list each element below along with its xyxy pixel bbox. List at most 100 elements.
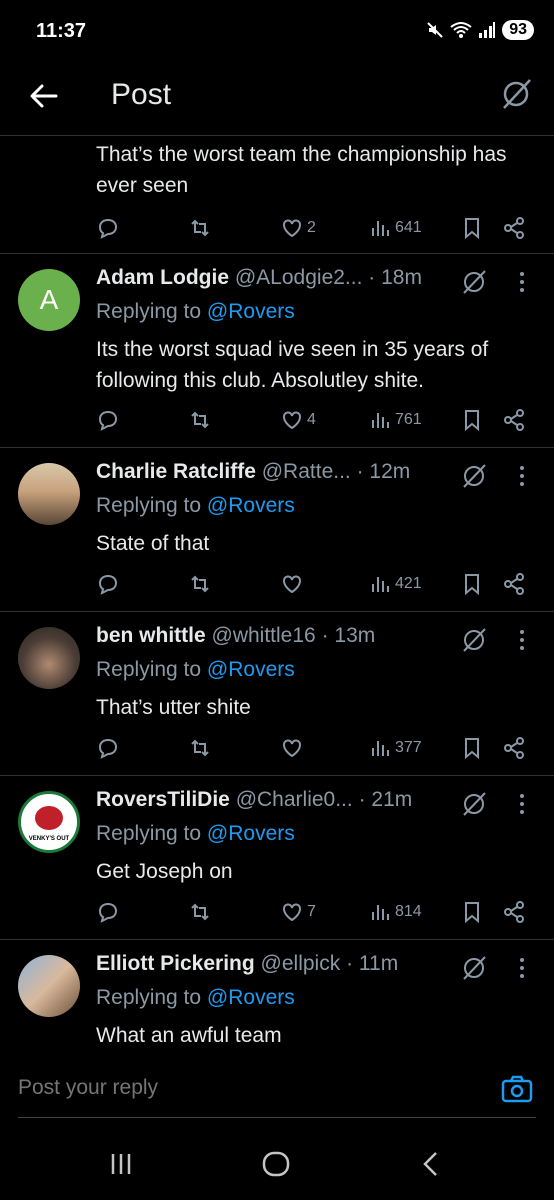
share-button[interactable] <box>502 406 526 434</box>
bookmark-button[interactable] <box>460 898 484 926</box>
reply-item[interactable]: A Adam Lodgie @ALodgie2... · 18m Replyin… <box>0 254 554 448</box>
views-button[interactable]: 641 <box>368 214 422 242</box>
grok-icon[interactable] <box>460 268 488 296</box>
share-button[interactable] <box>502 734 526 762</box>
views-button[interactable]: 421 <box>368 570 422 598</box>
grok-icon[interactable] <box>460 462 488 490</box>
user-handle[interactable]: @Ratte... <box>262 460 351 483</box>
share-button[interactable] <box>502 570 526 598</box>
user-handle[interactable]: @whittle16 <box>212 624 316 647</box>
top-app-bar: Post <box>0 64 554 136</box>
reply-button[interactable] <box>96 406 120 434</box>
view-count: 761 <box>395 411 422 428</box>
avatar[interactable] <box>18 627 80 689</box>
like-button[interactable]: 4 <box>280 406 316 434</box>
back-arrow-icon[interactable] <box>28 80 60 112</box>
views-button[interactable]: 761 <box>368 406 422 434</box>
reply-item-partial[interactable]: That’s the worst team the championship h… <box>0 137 554 254</box>
reply-composer <box>0 1050 554 1120</box>
recent-apps-icon[interactable] <box>104 1147 138 1181</box>
share-button[interactable] <box>502 898 526 926</box>
nav-back-icon[interactable] <box>414 1147 448 1181</box>
tweet-actions: 7 814 <box>96 898 530 926</box>
mention-link[interactable]: @Rovers <box>207 300 295 323</box>
bookmark-icon <box>465 410 479 432</box>
like-button[interactable]: 2 <box>280 214 316 242</box>
home-icon[interactable] <box>259 1147 293 1181</box>
replying-to: Replying to @Rovers <box>96 822 295 845</box>
repost-button[interactable] <box>188 570 212 598</box>
user-handle[interactable]: @Charlie0... <box>236 788 353 811</box>
reply-button[interactable] <box>96 734 120 762</box>
mention-link[interactable]: @Rovers <box>207 658 295 681</box>
bookmark-button[interactable] <box>460 734 484 762</box>
tweet-text: Get Joseph on <box>96 860 233 883</box>
like-button[interactable] <box>280 570 307 598</box>
repost-button[interactable] <box>188 406 212 434</box>
share-button[interactable] <box>502 214 526 242</box>
grok-icon[interactable] <box>460 790 488 818</box>
display-name[interactable]: Charlie Ratcliffe <box>96 460 256 483</box>
bookmark-button[interactable] <box>460 214 484 242</box>
like-count: 2 <box>307 219 316 236</box>
views-icon <box>372 905 389 920</box>
views-button[interactable]: 814 <box>368 898 422 926</box>
avatar[interactable]: A <box>18 269 80 331</box>
display-name[interactable]: ben whittle <box>96 624 206 647</box>
display-name[interactable]: RoversTiliDie <box>96 788 230 811</box>
post-time: · 21m <box>358 788 413 811</box>
reply-input[interactable] <box>18 1076 438 1100</box>
grok-icon[interactable] <box>460 954 488 982</box>
grok-icon[interactable] <box>498 76 534 112</box>
repost-button[interactable] <box>188 898 212 926</box>
author-line: RoversTiliDie @Charlie0... · 21m <box>96 788 484 812</box>
display-name[interactable]: Adam Lodgie <box>96 266 229 289</box>
grok-icon[interactable] <box>460 626 488 654</box>
repost-icon <box>191 575 209 593</box>
wifi-icon <box>450 22 472 38</box>
display-name[interactable]: Elliott Pickering <box>96 952 255 975</box>
status-icons: 93 <box>426 20 534 40</box>
post-time: · 18m <box>368 266 422 289</box>
avatar[interactable] <box>18 463 80 525</box>
reply-icon <box>98 902 118 923</box>
repost-button[interactable] <box>188 734 212 762</box>
more-options-icon[interactable] <box>512 462 532 490</box>
status-bar: 11:37 93 <box>0 0 554 64</box>
reply-icon <box>98 218 118 239</box>
reply-button[interactable] <box>96 214 120 242</box>
views-button[interactable]: 377 <box>368 734 422 762</box>
views-icon <box>372 741 389 756</box>
tweet-actions: 4 761 <box>96 406 530 434</box>
mention-link[interactable]: @Rovers <box>207 822 295 845</box>
like-button[interactable]: 7 <box>280 898 316 926</box>
more-options-icon[interactable] <box>512 790 532 818</box>
reply-item[interactable]: Elliott Pickering @ellpick · 11m Replyin… <box>0 940 554 1050</box>
like-count: 4 <box>307 411 316 428</box>
reply-button[interactable] <box>96 898 120 926</box>
reply-item[interactable]: VENKY'S OUT RoversTiliDie @Charlie0... ·… <box>0 776 554 940</box>
reply-item[interactable]: Charlie Ratcliffe @Ratte... · 12m Replyi… <box>0 448 554 612</box>
reply-button[interactable] <box>96 570 120 598</box>
more-options-icon[interactable] <box>512 268 532 296</box>
author-line: Charlie Ratcliffe @Ratte... · 12m <box>96 460 484 484</box>
reply-item[interactable]: ben whittle @whittle16 · 13m Replying to… <box>0 612 554 776</box>
avatar[interactable]: VENKY'S OUT <box>18 791 80 853</box>
bookmark-button[interactable] <box>460 570 484 598</box>
mention-link[interactable]: @Rovers <box>207 986 295 1009</box>
like-button[interactable] <box>280 734 307 762</box>
avatar-caption: VENKY'S OUT <box>28 836 70 842</box>
post-time: · 11m <box>346 952 399 975</box>
user-handle[interactable]: @ALodgie2... <box>235 266 363 289</box>
repost-button[interactable] <box>188 214 212 242</box>
camera-icon[interactable] <box>500 1072 534 1106</box>
share-icon <box>504 409 524 431</box>
mention-link[interactable]: @Rovers <box>207 494 295 517</box>
bookmark-button[interactable] <box>460 406 484 434</box>
more-options-icon[interactable] <box>512 954 532 982</box>
avatar[interactable] <box>18 955 80 1017</box>
battery-indicator: 93 <box>502 20 534 40</box>
user-handle[interactable]: @ellpick <box>261 952 341 975</box>
more-options-icon[interactable] <box>512 626 532 654</box>
views-icon <box>372 577 389 592</box>
